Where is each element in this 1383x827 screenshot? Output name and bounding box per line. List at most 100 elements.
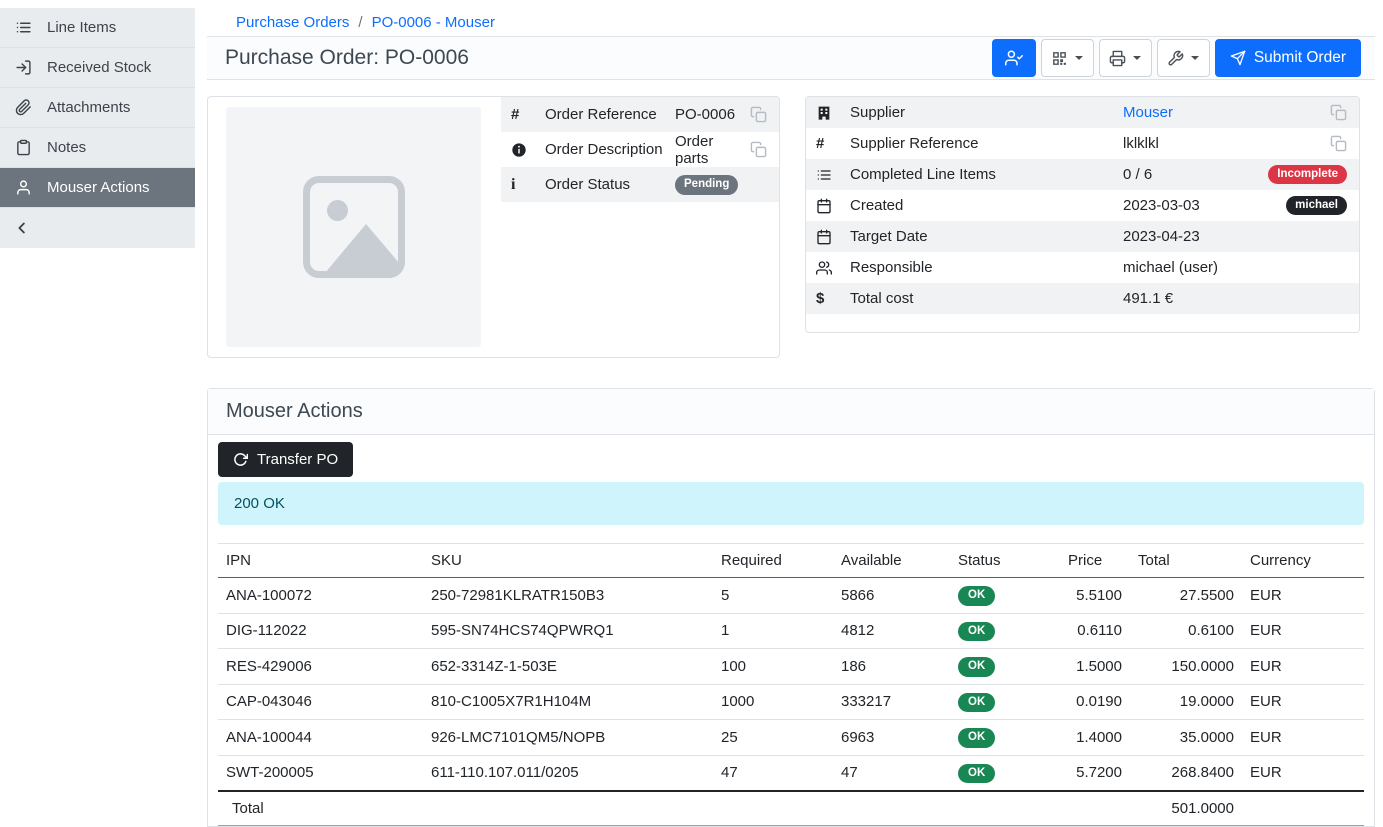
- cell-sku: 652-3314Z-1-503E: [423, 649, 713, 685]
- sidebar-item-notes[interactable]: Notes: [0, 128, 195, 168]
- wrench-icon: [1167, 50, 1184, 67]
- footer-total-label: Total: [218, 791, 423, 826]
- cell-currency: EUR: [1242, 755, 1364, 791]
- footer-total-value: 501.0000: [1130, 791, 1242, 826]
- cell-currency: EUR: [1242, 684, 1364, 720]
- copy-icon[interactable]: [750, 106, 767, 123]
- cell-ipn: CAP-043046: [218, 684, 423, 720]
- panel-title: Mouser Actions: [226, 400, 1356, 423]
- sidebar-item-line-items[interactable]: Line Items: [0, 8, 195, 48]
- cell-available: 4812: [833, 613, 950, 649]
- detail-row-responsible: Responsible michael (user): [806, 252, 1359, 283]
- cell-total: 19.0000: [1130, 684, 1242, 720]
- sidebar-collapse-button[interactable]: [0, 208, 195, 248]
- sidebar-item-label: Line Items: [47, 19, 116, 36]
- line-items-table: IPN SKU Required Available Status Price …: [218, 543, 1364, 826]
- status-alert: 200 OK: [218, 482, 1364, 525]
- cell-ipn: ANA-100044: [218, 720, 423, 756]
- line-item-row: RES-429006652-3314Z-1-503E100186OK1.5000…: [218, 649, 1364, 685]
- sidebar-item-received-stock[interactable]: Received Stock: [0, 48, 195, 88]
- header-actions: Submit Order: [992, 39, 1361, 77]
- copy-icon[interactable]: [750, 141, 767, 158]
- paper-plane-icon: [1230, 50, 1246, 66]
- detail-row-supplier: Supplier Mouser: [806, 97, 1359, 128]
- cell-price: 0.6110: [1060, 613, 1130, 649]
- supplier-details-card: Supplier Mouser # Supplier Reference lkl…: [805, 96, 1360, 333]
- line-item-row: CAP-043046810-C1005X7R1H104M1000333217OK…: [218, 684, 1364, 720]
- cell-currency: EUR: [1242, 720, 1364, 756]
- sidebar-item-mouser-actions[interactable]: Mouser Actions: [0, 168, 195, 208]
- order-details-table: # Order Reference PO-0006 Order Descript…: [501, 97, 779, 357]
- submit-order-button[interactable]: Submit Order: [1215, 39, 1361, 77]
- ok-status-badge: OK: [958, 693, 995, 713]
- detail-row-order-status: i Order Status Pending: [501, 167, 779, 202]
- cell-ipn: SWT-200005: [218, 755, 423, 791]
- cell-total: 268.8400: [1130, 755, 1242, 791]
- cell-total: 35.0000: [1130, 720, 1242, 756]
- caret-down-icon: [1133, 56, 1141, 60]
- column-header-status: Status: [950, 544, 1060, 578]
- sidebar-item-label: Notes: [47, 139, 86, 156]
- column-header-required: Required: [713, 544, 833, 578]
- sidebar-item-attachments[interactable]: Attachments: [0, 88, 195, 128]
- user-check-icon: [1005, 49, 1023, 67]
- copy-icon[interactable]: [1330, 104, 1347, 121]
- panel-header: Mouser Actions: [208, 389, 1374, 435]
- cell-sku: 926-LMC7101QM5/NOPB: [423, 720, 713, 756]
- column-header-sku: SKU: [423, 544, 713, 578]
- cell-status: OK: [950, 720, 1060, 756]
- column-header-total: Total: [1130, 544, 1242, 578]
- sidebar-item-label: Received Stock: [47, 59, 151, 76]
- cell-currency: EUR: [1242, 578, 1364, 614]
- cell-available: 186: [833, 649, 950, 685]
- ok-status-badge: OK: [958, 657, 995, 677]
- order-description-value: Order parts: [675, 133, 742, 167]
- line-item-row: ANA-100072250-72981KLRATR150B355866OK5.5…: [218, 578, 1364, 614]
- order-details-card: # Order Reference PO-0006 Order Descript…: [207, 96, 780, 358]
- caret-down-icon: [1191, 56, 1199, 60]
- users-icon: [816, 260, 850, 276]
- sidebar-item-label: Attachments: [47, 99, 130, 116]
- cell-available: 47: [833, 755, 950, 791]
- print-actions-dropdown[interactable]: [1099, 39, 1152, 77]
- breadcrumb-link-purchase-orders[interactable]: Purchase Orders: [236, 14, 349, 31]
- supplier-link[interactable]: Mouser: [1123, 104, 1322, 121]
- order-reference-value: PO-0006: [675, 106, 742, 123]
- list-icon: [15, 19, 32, 36]
- cell-ipn: ANA-100072: [218, 578, 423, 614]
- table-header-row: IPN SKU Required Available Status Price …: [218, 544, 1364, 578]
- page-title: Purchase Order: PO-0006: [225, 46, 469, 70]
- order-image-placeholder[interactable]: [226, 107, 481, 347]
- breadcrumb-separator: /: [358, 14, 362, 31]
- user-icon: [15, 179, 32, 196]
- cell-currency: EUR: [1242, 649, 1364, 685]
- sidebar-item-label: Mouser Actions: [47, 179, 150, 196]
- line-item-row: DIG-112022595-SN74HCS74QPWRQ114812OK0.61…: [218, 613, 1364, 649]
- copy-icon[interactable]: [1330, 135, 1347, 152]
- hash-icon: #: [816, 135, 850, 152]
- breadcrumb-link-current-order[interactable]: PO-0006 - Mouser: [372, 14, 495, 31]
- cell-available: 6963: [833, 720, 950, 756]
- mouser-actions-panel: Mouser Actions Transfer PO 200 OK IPN SK…: [207, 388, 1375, 827]
- created-date-value: 2023-03-03: [1123, 197, 1286, 214]
- incomplete-badge: Incomplete: [1268, 165, 1347, 185]
- transfer-po-button[interactable]: Transfer PO: [218, 442, 353, 477]
- cell-sku: 595-SN74HCS74QPWRQ1: [423, 613, 713, 649]
- main-content: Purchase Orders / PO-0006 - Mouser Purch…: [195, 0, 1383, 827]
- cell-currency: EUR: [1242, 613, 1364, 649]
- cell-status: OK: [950, 613, 1060, 649]
- column-header-price: Price: [1060, 544, 1130, 578]
- clipboard-icon: [15, 139, 32, 156]
- detail-row-order-description: Order Description Order parts: [501, 132, 779, 167]
- barcode-actions-dropdown[interactable]: [1041, 39, 1094, 77]
- transfer-po-label: Transfer PO: [257, 451, 338, 468]
- cell-available: 5866: [833, 578, 950, 614]
- issue-order-button[interactable]: [992, 39, 1036, 77]
- target-date-value: 2023-04-23: [1123, 228, 1347, 245]
- column-header-available: Available: [833, 544, 950, 578]
- paperclip-icon: [15, 99, 32, 116]
- hash-icon: #: [511, 106, 545, 123]
- caret-down-icon: [1075, 56, 1083, 60]
- ok-status-badge: OK: [958, 586, 995, 606]
- order-actions-dropdown[interactable]: [1157, 39, 1210, 77]
